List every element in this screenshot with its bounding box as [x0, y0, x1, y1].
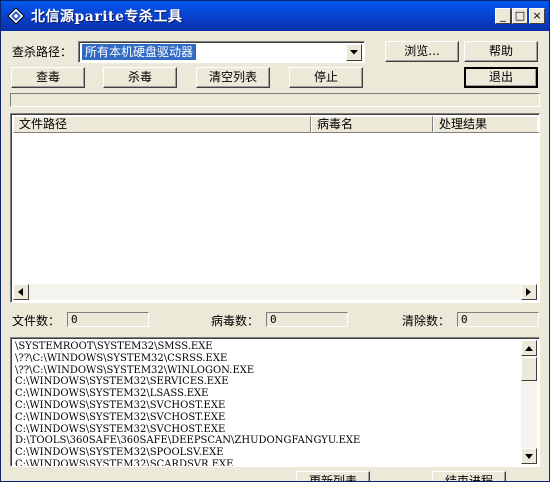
process-list-item[interactable]: C:\WINDOWS\SYSTEM32\SPOOLSV.EXE [15, 447, 519, 459]
maximize-button[interactable]: □ [512, 8, 528, 24]
process-list-vertical-scrollbar[interactable] [521, 340, 537, 464]
app-window: 北信源parite专杀工具 _ □ × 查杀路径： 所有本机硬盘驱动器 浏览..… [0, 0, 550, 482]
scroll-up-button[interactable] [521, 340, 537, 356]
process-list-item[interactable]: D:\TOOLS\360SAFE\360SAFE\DEEPSCAN\ZHUDON… [15, 435, 519, 447]
minimize-button[interactable]: _ [495, 8, 511, 24]
arrow-left-icon [18, 288, 23, 296]
process-list-item[interactable]: \??\C:\WINDOWS\SYSTEM32\WINLOGON.EXE [15, 365, 519, 377]
end-process-button[interactable]: 结束进程 [432, 471, 506, 481]
results-table[interactable]: 文件路径 病毒名 处理结果 [10, 113, 540, 303]
exit-button[interactable]: 退出 [464, 67, 538, 88]
results-horizontal-scrollbar[interactable] [13, 284, 537, 300]
file-count-label: 文件数： [12, 314, 61, 328]
process-list-item[interactable]: \??\C:\WINDOWS\SYSTEM32\CSRSS.EXE [15, 353, 519, 365]
scroll-down-button[interactable] [521, 448, 537, 464]
file-count-value: 0 [67, 312, 149, 327]
scan-path-label: 查杀路径： [12, 45, 73, 59]
process-list-item[interactable]: C:\WINDOWS\SYSTEM32\SVCHOST.EXE [15, 400, 519, 412]
process-list-item[interactable]: \SYSTEMROOT\SYSTEM32\SMSS.EXE [15, 341, 519, 353]
column-virus-name[interactable]: 病毒名 [311, 116, 433, 133]
title-bar[interactable]: 北信源parite专杀工具 _ □ × [1, 1, 549, 31]
scan-path-combobox[interactable]: 所有本机硬盘驱动器 [78, 41, 365, 63]
column-result[interactable]: 处理结果 [433, 116, 539, 133]
close-button[interactable]: × [529, 8, 545, 24]
process-list-item[interactable]: C:\WINDOWS\SYSTEM32\SVCHOST.EXE [15, 424, 519, 436]
virus-count-label: 病毒数： [211, 314, 260, 328]
results-table-header: 文件路径 病毒名 处理结果 [13, 116, 539, 133]
arrow-up-icon [525, 346, 533, 351]
scan-button[interactable]: 查毒 [11, 67, 85, 88]
window-title: 北信源parite专杀工具 [31, 9, 183, 25]
virus-count-value: 0 [266, 312, 348, 327]
process-list-lines: \SYSTEMROOT\SYSTEM32\SMSS.EXE \??\C:\WIN… [15, 341, 519, 466]
process-list-item[interactable]: C:\WINDOWS\SYSTEM32\SERVICES.EXE [15, 376, 519, 388]
browse-button[interactable]: 浏览... [385, 41, 459, 62]
scroll-thumb[interactable] [521, 357, 537, 381]
scroll-left-button[interactable] [13, 284, 29, 300]
process-list-item[interactable]: C:\WINDOWS\SYSTEM32\LSASS.EXE [15, 388, 519, 400]
scan-path-value: 所有本机硬盘驱动器 [82, 44, 197, 60]
arrow-right-icon [526, 288, 531, 296]
process-list-item[interactable]: C:\WINDOWS\SYSTEM32\SCARDSVR.EXE [15, 459, 519, 466]
process-list-item[interactable]: C:\WINDOWS\SYSTEM32\SVCHOST.EXE [15, 412, 519, 424]
arrow-down-icon [525, 454, 533, 459]
clear-list-button[interactable]: 清空列表 [196, 67, 270, 88]
cleared-count-value: 0 [457, 312, 539, 327]
scan-progress-bar [10, 93, 540, 107]
kill-button[interactable]: 杀毒 [103, 67, 177, 88]
help-button[interactable]: 帮助 [464, 41, 538, 62]
chevron-down-icon [350, 50, 358, 55]
refresh-list-button[interactable]: 更新列表 [296, 471, 370, 481]
app-shield-icon [7, 7, 25, 25]
combo-dropdown-button[interactable] [346, 44, 362, 61]
process-list[interactable]: \SYSTEMROOT\SYSTEM32\SMSS.EXE \??\C:\WIN… [10, 337, 540, 467]
scroll-right-button[interactable] [521, 284, 537, 300]
column-file-path[interactable]: 文件路径 [13, 116, 311, 133]
cleared-count-label: 清除数： [402, 314, 451, 328]
stop-button[interactable]: 停止 [289, 67, 363, 88]
